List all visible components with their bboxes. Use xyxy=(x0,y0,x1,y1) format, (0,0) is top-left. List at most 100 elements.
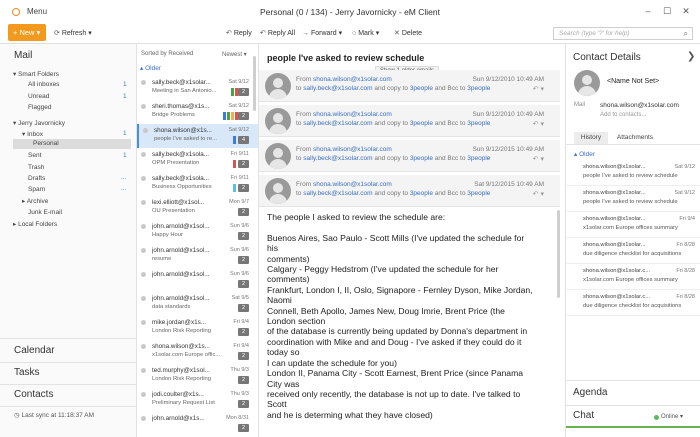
history-date: Fri 8/28 xyxy=(676,294,695,300)
sort-label[interactable]: Sorted by Received xyxy=(141,51,193,57)
message-from: john.arnold@x1sol... xyxy=(152,247,210,254)
read-dot-icon xyxy=(141,176,146,181)
category-icon xyxy=(231,112,234,120)
nav-tasks[interactable]: Tasks xyxy=(14,367,40,378)
message-row[interactable]: shona.wilson@x1s... Fri 9/4 x1solar.com Eu… xyxy=(137,340,258,364)
smart-folders[interactable]: ▾ Smart Folders xyxy=(13,70,59,78)
add-to-contacts-link[interactable]: Add to contacts... xyxy=(600,112,646,118)
message-row[interactable]: sally.beck@x1sola... Fri 9/11 OPM Presenta… xyxy=(137,148,258,172)
folder-drafts[interactable]: Drafts xyxy=(28,175,45,182)
message-header[interactable]: From shona.wilson@x1solar.com Sun 9/12/2… xyxy=(259,105,560,137)
history-item[interactable]: shona.wilson@x1solar.c... Fri 8/28 due dil… xyxy=(566,290,700,316)
message-row[interactable]: john.arnold@x1sol... Sun 9/6 Happy Hour 2 xyxy=(137,220,258,244)
group-older[interactable]: ▴ Older xyxy=(140,64,161,72)
list-scrollbar[interactable] xyxy=(253,56,256,111)
history-item[interactable]: shona.wilson@x1solar... Fri 8/28 due dilig… xyxy=(566,238,700,264)
category-icon xyxy=(233,160,236,168)
message-row[interactable]: john.arnold@x1sol... Sat 9/5 data standard… xyxy=(137,292,258,316)
thread-count: 2 xyxy=(238,400,249,408)
mail-header[interactable]: Mail xyxy=(14,50,32,61)
reply-menu-icon[interactable]: ↶ ▾ xyxy=(533,155,544,163)
message-from: sally.beck@x1solar... xyxy=(152,79,211,86)
read-dot-icon xyxy=(141,344,146,349)
divider xyxy=(566,144,700,145)
folder-flagged[interactable]: Flagged xyxy=(28,104,52,111)
read-dot-icon xyxy=(141,152,146,157)
folder-inbox[interactable]: ▾ Inbox xyxy=(22,130,43,138)
delete-button[interactable]: ✕ Delete xyxy=(394,29,422,37)
minimize-button[interactable]: – xyxy=(641,5,655,17)
search-input[interactable]: Search (type '?' for help) ⌕ xyxy=(553,27,693,40)
reply-button[interactable]: ↶ Reply xyxy=(226,29,252,37)
message-date: Sun 9/6 xyxy=(230,271,249,277)
agenda-header[interactable]: Agenda xyxy=(573,387,607,398)
body-line: comments) xyxy=(267,274,310,285)
forward-button[interactable]: → Forward ▾ xyxy=(302,29,342,37)
chat-bar[interactable]: Chat Online ▾ xyxy=(566,405,700,427)
history-item[interactable]: shona.wilson@x1solar.c... Fri 8/28 x1solar… xyxy=(566,264,700,290)
history-address: shona.wilson@x1solar... xyxy=(583,216,646,222)
tab-history[interactable]: History xyxy=(574,132,608,144)
folder-archive[interactable]: ▸ Archive xyxy=(22,197,48,205)
reply-all-button[interactable]: ↶ Reply All xyxy=(260,29,295,37)
reply-menu-icon[interactable]: ↶ ▾ xyxy=(533,190,544,198)
mark-button[interactable]: ○ Mark ▾ xyxy=(352,29,379,37)
close-button[interactable]: ✕ xyxy=(679,5,693,17)
reader-scrollbar[interactable] xyxy=(557,210,560,298)
message-date: Sat 9/12 xyxy=(228,79,250,85)
account-jerry[interactable]: ▾ Jerry Javornicky xyxy=(13,119,65,127)
history-group-older[interactable]: ▴ Older xyxy=(574,150,595,158)
message-row[interactable]: sheri.thomas@x1s... Sat 9/12 Bridge Proble… xyxy=(137,100,258,124)
online-status[interactable]: Online ▾ xyxy=(661,413,683,420)
reading-pane: people I've asked to review schedule Sho… xyxy=(259,44,565,437)
chevron-right-icon[interactable]: ❯ xyxy=(687,51,695,62)
history-item[interactable]: shona.wilson@x1solar... Sat 9/12 people I'… xyxy=(566,160,700,186)
history-date: Fri 8/28 xyxy=(676,268,695,274)
folder-spam[interactable]: Spam xyxy=(28,186,45,193)
message-row[interactable]: sally.beck@x1sola... Fri 9/11 Business Opp… xyxy=(137,172,258,196)
message-row[interactable]: lexi.elliott@x1sol... Mon 9/7 OU Presentat… xyxy=(137,196,258,220)
message-row[interactable]: mike.jordan@x1s... Fri 9/4 London Risk Rep… xyxy=(137,316,258,340)
message-header[interactable]: From shona.wilson@x1solar.com Sun 9/12/2… xyxy=(259,140,560,172)
nav-contacts[interactable]: Contacts xyxy=(14,389,53,400)
body-line: and he is determing what they have close… xyxy=(267,409,433,420)
message-row[interactable]: jodi.coulter@x1s... Thu 9/3 Preliminary Re… xyxy=(137,388,258,412)
sidebar: Mail ▾ Smart Folders All inboxes 1 Unrea… xyxy=(0,44,137,437)
nav-calendar[interactable]: Calendar xyxy=(14,345,55,356)
local-folders[interactable]: ▸ Local Folders xyxy=(13,220,57,228)
message-row[interactable]: sally.beck@x1solar... Sat 9/12 Meeting in … xyxy=(137,76,258,100)
search-icon: ⌕ xyxy=(683,29,688,38)
message-header[interactable]: From shona.wilson@x1solar.com Sun 9/12/2… xyxy=(259,70,560,102)
history-item[interactable]: shona.wilson@x1solar... Fri 9/4 x1solar.co… xyxy=(566,212,700,238)
history-item[interactable]: shona.wilson@x1solar... Sat 9/12 people I'… xyxy=(566,186,700,212)
folder-junk[interactable]: Junk E-mail xyxy=(28,209,62,216)
folder-unread[interactable]: Unread xyxy=(28,93,49,100)
folder-all-inboxes[interactable]: All inboxes xyxy=(28,81,59,88)
new-button[interactable]: + New ▾ xyxy=(8,24,46,41)
message-row[interactable]: john.arnold@x1s... Mon 8/31 2 xyxy=(137,412,258,436)
thread-count: 2 xyxy=(238,160,249,168)
folder-sent[interactable]: Sent xyxy=(28,152,41,159)
mail-label: Mail xyxy=(574,102,586,108)
read-dot-icon xyxy=(141,272,146,277)
maximize-button[interactable]: ☐ xyxy=(660,5,674,17)
sort-order[interactable]: Newest ▾ xyxy=(222,51,247,58)
message-row[interactable]: ted.murphy@x1sol... Thu 9/3 London Risk Re… xyxy=(137,364,258,388)
folder-personal[interactable]: Personal xyxy=(13,139,131,149)
contact-email[interactable]: shona.wilson@x1solar.com xyxy=(600,102,679,109)
tab-attachments[interactable]: Attachments xyxy=(610,132,660,144)
folder-trash[interactable]: Trash xyxy=(28,164,44,171)
read-dot-icon xyxy=(141,224,146,229)
reply-menu-icon[interactable]: ↶ ▾ xyxy=(533,120,544,128)
message-subject: x1solar.com Europe offic... xyxy=(152,352,221,358)
message-row[interactable]: john.arnold@x1sol... Sun 9/6 2 xyxy=(137,268,258,292)
message-row[interactable]: john.arnold@x1sol... Sun 9/6 resume 2 xyxy=(137,244,258,268)
body-line: Buenos Aires, Sao Paulo - Scott Mills (I… xyxy=(267,232,525,243)
message-header[interactable]: From shona.wilson@x1solar.com Sat 9/12/2… xyxy=(259,175,560,207)
message-from: jodi.coulter@x1s... xyxy=(152,391,204,398)
read-dot-icon xyxy=(141,392,146,397)
message-row-selected[interactable]: shona.wilson@x1s... Sat 9/12 people I've a… xyxy=(137,124,258,148)
refresh-button[interactable]: ⟳ Refresh ▾ xyxy=(54,29,92,37)
thread-count: 2 xyxy=(238,112,249,120)
reply-menu-icon[interactable]: ↶ ▾ xyxy=(533,85,544,93)
